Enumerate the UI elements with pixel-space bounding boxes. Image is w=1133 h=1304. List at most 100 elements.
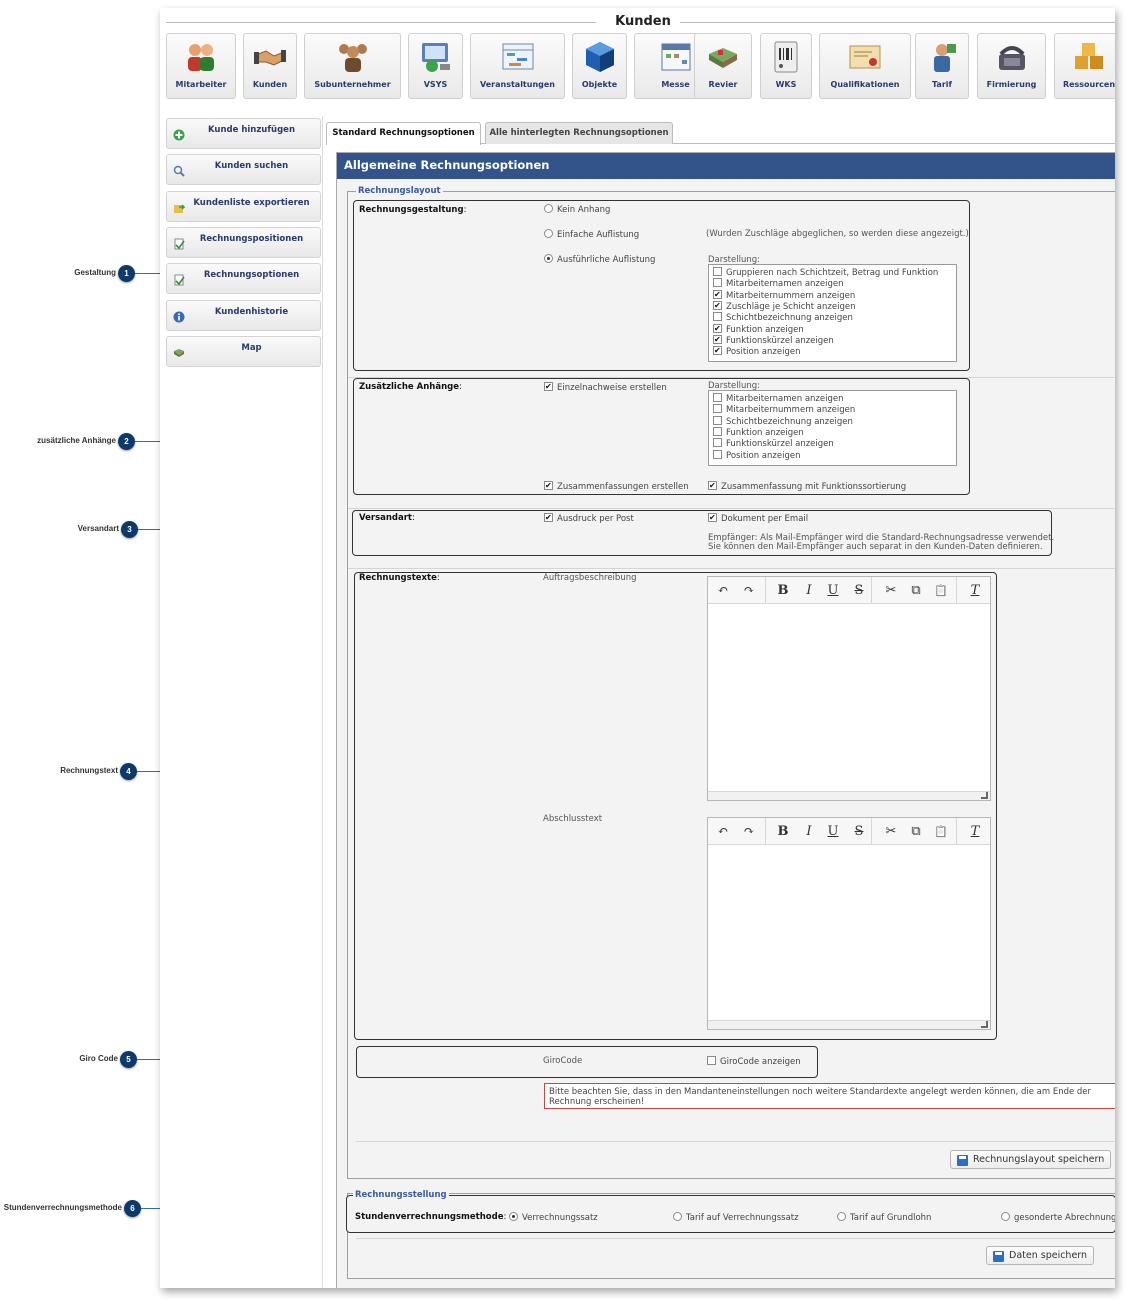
strikethrough-icon[interactable]: S [848,581,870,600]
save-layout-button[interactable]: Rechnungslayout speichern [950,1150,1112,1169]
radio-gesonderte-abrechnung[interactable] [1001,1212,1010,1221]
option-einfache-auflistung[interactable]: Einfache Auflistung [544,229,639,240]
radio-einfache-auflistung[interactable] [544,229,553,238]
sidenav-item-kundenhistorie[interactable]: Kundenhistorie [166,299,321,331]
darstellung-option[interactable]: Position anzeigen [713,449,800,461]
checkbox-funktionssortierung[interactable] [708,481,717,490]
toolbar-button-revier[interactable]: Revier [694,33,752,99]
resize-grip-icon[interactable] [981,792,988,799]
clear-format-icon[interactable]: T [964,822,986,841]
toolbar-button-ressourcen[interactable]: Ressourcen [1054,33,1115,99]
option-post[interactable]: Ausdruck per Post [544,513,634,524]
checkbox[interactable] [713,404,722,414]
paste-icon[interactable]: 📋 [930,822,952,841]
save-data-button[interactable]: Daten speichern [986,1246,1095,1265]
darstellung-option[interactable]: Mitarbeiternamen anzeigen [713,393,843,404]
checkbox[interactable] [713,278,722,288]
tab-alle-rechnungsoptionen[interactable]: Alle hinterlegten Rechnungsoptionen [485,122,673,144]
checkbox[interactable] [713,312,722,322]
option-gesonderte-abrechnung[interactable]: gesonderte Abrechnung [1001,1212,1115,1223]
option-funktionssortierung[interactable]: Zusammenfassung mit Funktionssortierung [708,481,906,492]
toolbar-button-vsys[interactable]: VSYS [408,33,463,99]
checkbox[interactable] [713,289,722,299]
undo-icon[interactable]: ↶ [712,581,734,600]
tab-standard-rechnungsoptionen[interactable]: Standard Rechnungsoptionen [326,122,481,145]
darstellung-option[interactable]: Zuschläge je Schicht anzeigen [713,300,855,312]
checkbox[interactable] [713,393,722,402]
clear-format-icon[interactable]: T [964,581,986,600]
radio-verrechnungssatz[interactable] [509,1212,518,1221]
option-tarif-grundlohn[interactable]: Tarif auf Grundlohn [837,1212,931,1223]
toolbar-button-veranstaltungen[interactable]: Veranstaltungen [470,33,565,99]
darstellung-option[interactable]: Mitarbeiternummern anzeigen [713,289,855,301]
sidenav-item-kunde-hinzufügen[interactable]: Kunde hinzufügen [166,118,321,149]
copy-icon[interactable]: ⧉ [905,581,927,600]
checkbox[interactable] [713,415,722,425]
option-zusammenfassungen[interactable]: Zusammenfassungen erstellen [544,481,689,492]
option-girocode[interactable]: GiroCode anzeigen [707,1056,801,1067]
undo-icon[interactable]: ↶ [712,822,734,841]
darstellung-option[interactable]: Mitarbeiternummern anzeigen [713,404,855,415]
checkbox[interactable] [713,346,722,356]
sidenav-item-rechnungsoptionen[interactable]: Rechnungsoptionen [166,263,321,295]
toolbar-button-subunternehmer[interactable]: Subunternehmer [304,33,401,99]
sidenav-item-kundenliste-exportieren[interactable]: Kundenliste exportieren [166,190,321,222]
redo-icon[interactable]: ↷ [738,822,760,841]
cut-icon[interactable]: ✂ [880,581,902,600]
bold-icon[interactable]: B [772,581,794,600]
option-kein-anhang[interactable]: Kein Anhang [544,204,610,215]
copy-icon[interactable]: ⧉ [905,822,927,841]
radio-kein-anhang[interactable] [544,204,553,213]
option-ausfuehrliche-auflistung[interactable]: Ausführliche Auflistung [544,254,655,265]
checkbox[interactable] [713,334,722,344]
strikethrough-icon[interactable]: S [848,822,870,841]
darstellung-option[interactable]: Position anzeigen [713,346,800,357]
radio-ausfuehrliche-auflistung[interactable] [544,254,553,263]
checkbox[interactable] [713,323,722,333]
sidenav-item-rechnungspositionen[interactable]: Rechnungspositionen [166,226,321,258]
darstellung-option[interactable]: Gruppieren nach Schichtzeit, Betrag und … [713,267,938,278]
checkbox-email[interactable] [708,513,717,522]
checkbox[interactable] [713,426,722,436]
toolbar-button-mitarbeiter[interactable]: Mitarbeiter [166,33,236,99]
option-email[interactable]: Dokument per Email [708,513,808,524]
redo-icon[interactable]: ↷ [738,581,760,600]
toolbar-button-wks[interactable]: WKS [760,33,812,99]
checkbox-einzelnachweise[interactable] [544,382,553,391]
toolbar-button-firmierung[interactable]: Firmierung [977,33,1046,99]
italic-icon[interactable]: I [798,822,820,841]
sidenav-item-map[interactable]: Map [166,335,321,367]
option-verrechnungssatz[interactable]: Verrechnungssatz [509,1212,598,1223]
bold-icon[interactable]: B [772,822,794,841]
darstellung-option[interactable]: Schichtbezeichnung anzeigen [713,415,853,427]
checkbox[interactable] [713,449,722,459]
checkbox[interactable] [713,438,722,448]
darstellung-option[interactable]: Funktionskürzel anzeigen [713,334,834,346]
radio-tarif-grundlohn[interactable] [837,1212,846,1221]
checkbox[interactable] [713,267,722,276]
darstellung-option[interactable]: Schichtbezeichnung anzeigen [713,312,853,323]
checkbox-zusammenfassungen[interactable] [544,481,553,490]
darstellung-option[interactable]: Funktionskürzel anzeigen [713,438,834,449]
toolbar-button-tarif[interactable]: Tarif [915,33,969,99]
checkbox-girocode[interactable] [707,1056,716,1065]
paste-icon[interactable]: 📋 [930,581,952,600]
italic-icon[interactable]: I [798,581,820,600]
toolbar-button-objekte[interactable]: Objekte [572,33,627,99]
resize-grip-icon[interactable] [981,1021,988,1028]
underline-icon[interactable]: U [822,581,844,600]
darstellung-option[interactable]: Funktion anzeigen [713,426,804,438]
checkbox-post[interactable] [544,513,553,522]
radio-tarif-verrechnungssatz[interactable] [673,1212,682,1221]
auftragsbeschreibung-editor[interactable]: ↶ ↷ B I U S ✂ ⧉ 📋 T [707,576,991,801]
option-tarif-verrechnungssatz[interactable]: Tarif auf Verrechnungssatz [673,1212,799,1223]
toolbar-button-kunden[interactable]: Kunden [243,33,297,99]
darstellung-option[interactable]: Funktion anzeigen [713,323,804,335]
toolbar-button-qualifikationen[interactable]: Qualifikationen [819,33,911,99]
checkbox[interactable] [713,300,722,310]
darstellung-option[interactable]: Mitarbeiternamen anzeigen [713,278,843,289]
option-einzelnachweise[interactable]: Einzelnachweise erstellen [544,382,667,393]
cut-icon[interactable]: ✂ [880,822,902,841]
abschlusstext-editor[interactable]: ↶ ↷ B I U S ✂ ⧉ 📋 T [707,817,991,1030]
sidenav-item-kunden-suchen[interactable]: Kunden suchen [166,154,321,186]
